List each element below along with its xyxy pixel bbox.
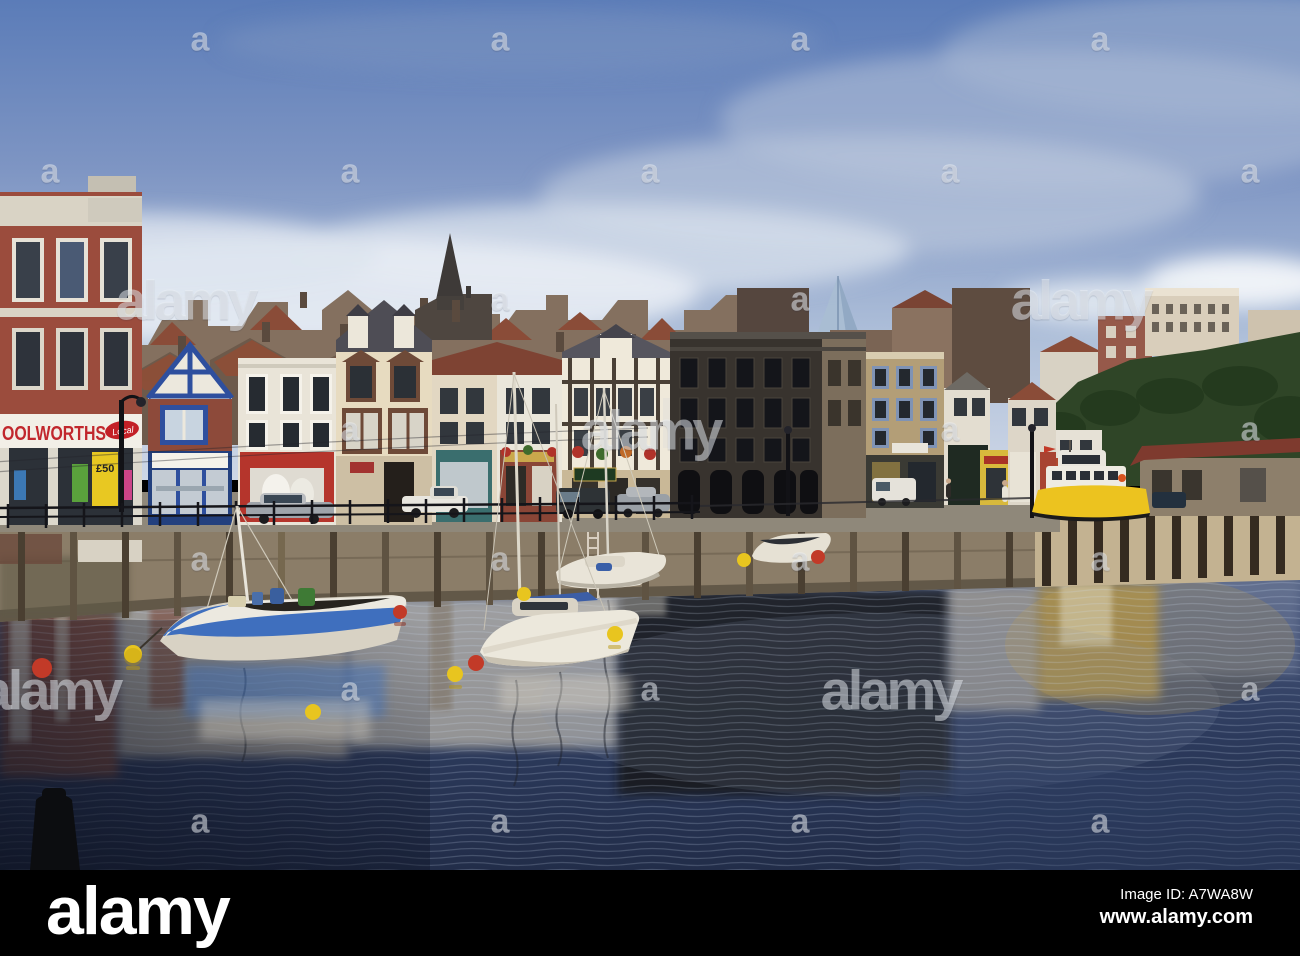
footer-bar: alamy Image ID: A7WA8W www.alamy.com <box>0 870 1300 956</box>
wall-plaque <box>78 540 142 562</box>
alamy-url-text: www.alamy.com <box>1099 906 1253 928</box>
image-meta: Image ID: A7WA8W www.alamy.com <box>1100 886 1253 929</box>
image-id-text: Image ID: A7WA8W <box>1120 886 1253 903</box>
woolworths-sign-text: OOLWORTHS <box>2 423 106 445</box>
stock-photo-page: OOLWORTHS Local £50 <box>0 0 1300 956</box>
alamy-logo: alamy <box>46 873 231 949</box>
harbour-scene-svg: OOLWORTHS Local £50 <box>0 0 1300 870</box>
dark-vehicle-pier <box>1152 492 1186 508</box>
cream-bay-building <box>336 300 432 525</box>
harbour-photo: OOLWORTHS Local £50 <box>0 0 1300 870</box>
warehouse-sign <box>892 443 928 453</box>
price-poster <box>92 452 118 506</box>
dark-georgian-block <box>670 332 866 518</box>
